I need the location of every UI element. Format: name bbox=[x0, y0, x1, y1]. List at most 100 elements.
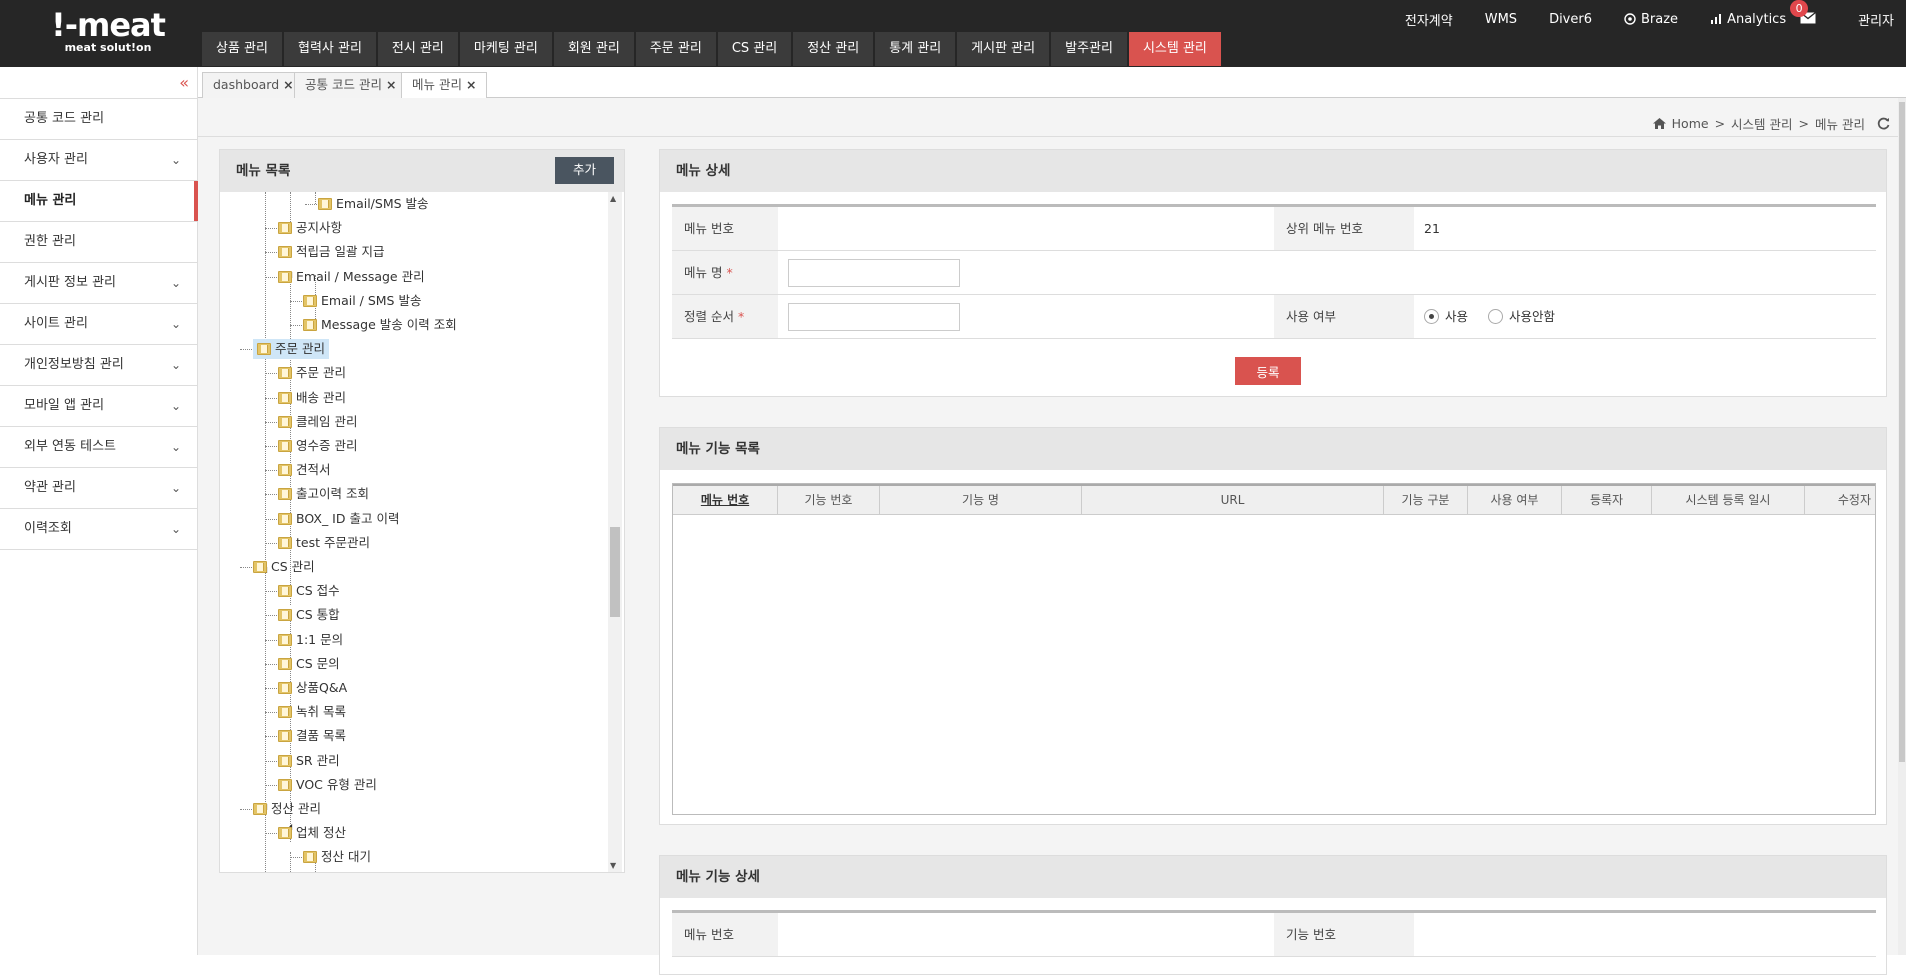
nav-item-board[interactable]: 게시판 관리 bbox=[957, 32, 1050, 66]
user-menu[interactable]: 관리자 bbox=[1858, 10, 1894, 29]
tree-node[interactable]: 공지사항 bbox=[278, 218, 342, 238]
sidebar-item-terms[interactable]: 약관 관리 ⌄ bbox=[0, 468, 197, 509]
refresh-icon[interactable] bbox=[1877, 117, 1890, 130]
logo[interactable]: !-meat meat solut!on bbox=[38, 8, 178, 54]
fd-menu-no-label: 메뉴 번호 bbox=[672, 913, 778, 956]
tree-node[interactable]: SR 관리 bbox=[278, 751, 340, 771]
sidebar-item-permission[interactable]: 권한 관리 bbox=[0, 222, 197, 263]
sidebar-item-privacy[interactable]: 개인정보방침 관리 ⌄ bbox=[0, 345, 197, 386]
tree-node[interactable]: BOX_ ID 출고 이력 bbox=[278, 509, 399, 529]
mail-button[interactable]: 0 bbox=[1790, 0, 1817, 27]
util-link-diver6[interactable]: Diver6 bbox=[1549, 12, 1592, 27]
nav-item-display[interactable]: 전시 관리 bbox=[377, 32, 458, 66]
logo-text: !-meat bbox=[51, 6, 166, 44]
menu-name-input[interactable] bbox=[788, 258, 960, 287]
register-button[interactable]: 등록 bbox=[1235, 357, 1301, 385]
tree-node[interactable]: 적립금 일괄 지급 bbox=[278, 242, 384, 262]
close-icon[interactable]: × bbox=[283, 77, 293, 92]
sidebar-item-external-test[interactable]: 외부 연동 테스트 ⌄ bbox=[0, 427, 197, 468]
tab-dashboard[interactable]: dashboard × bbox=[202, 72, 305, 98]
tree-node[interactable]: CS 문의 bbox=[278, 654, 340, 674]
tree-node[interactable]: Email / SMS 발송 bbox=[303, 291, 421, 311]
column-header[interactable]: 기능 번호 bbox=[778, 486, 880, 514]
tree-node[interactable]: 영수증 관리 bbox=[278, 436, 357, 456]
tree-node[interactable]: CS 접수 bbox=[278, 581, 340, 601]
tree-node[interactable]: 배송 관리 bbox=[278, 388, 346, 408]
scroll-up-icon[interactable]: ▲ bbox=[610, 194, 616, 203]
folder-icon bbox=[278, 464, 292, 477]
column-header[interactable]: 등록자 bbox=[1562, 486, 1652, 514]
column-header[interactable]: 사용 여부 bbox=[1468, 486, 1562, 514]
breadcrumb-level1[interactable]: 시스템 관리 bbox=[1731, 114, 1792, 133]
tree-node[interactable]: 주문 관리 bbox=[253, 339, 329, 360]
nav-item-statistics[interactable]: 통계 관리 bbox=[875, 32, 956, 66]
util-link-contract[interactable]: 전자계약 bbox=[1405, 10, 1453, 29]
tree-node[interactable]: 결품 목록 bbox=[278, 726, 346, 746]
tree-node[interactable]: 정산 대기 bbox=[303, 847, 371, 867]
tree-node[interactable]: CS 통합 bbox=[278, 605, 340, 625]
tree-node[interactable]: CS 관리 bbox=[253, 557, 315, 577]
nav-item-order[interactable]: 주문 관리 bbox=[635, 32, 716, 66]
page-scroll-thumb[interactable] bbox=[1899, 102, 1905, 762]
util-link-analytics[interactable]: Analytics bbox=[1710, 12, 1786, 27]
tree-node-label: Email/SMS 발송 bbox=[336, 196, 429, 211]
column-header[interactable]: 기능 명 bbox=[880, 486, 1082, 514]
sidebar-item-menu[interactable]: 메뉴 관리 bbox=[0, 181, 198, 222]
collapse-sidebar-icon[interactable]: « bbox=[179, 73, 189, 92]
sidebar-item-history[interactable]: 이력조회 ⌄ bbox=[0, 509, 197, 550]
folder-icon bbox=[303, 851, 317, 864]
tree-node[interactable]: Email/SMS 발송 bbox=[318, 194, 429, 214]
nav-item-partner[interactable]: 협력사 관리 bbox=[283, 32, 376, 66]
nav-item-system[interactable]: 시스템 관리 bbox=[1128, 32, 1221, 66]
use-yes-radio[interactable] bbox=[1424, 309, 1439, 324]
tree-node[interactable]: 1:1 문의 bbox=[278, 630, 343, 650]
nav-item-product[interactable]: 상품 관리 bbox=[202, 32, 282, 66]
folder-icon bbox=[253, 561, 267, 573]
nav-item-member[interactable]: 회원 관리 bbox=[553, 32, 634, 66]
tree-node[interactable]: VOC 유형 관리 bbox=[278, 775, 377, 795]
tree-node[interactable]: 상품Q&A bbox=[278, 678, 347, 698]
tree-node[interactable]: 주문 관리 bbox=[278, 363, 346, 383]
util-link-wms[interactable]: WMS bbox=[1485, 12, 1517, 27]
tree-node[interactable]: 녹취 목록 bbox=[278, 702, 346, 722]
nav-item-cs[interactable]: CS 관리 bbox=[717, 32, 792, 66]
sidebar-item-board-info[interactable]: 게시판 정보 관리 ⌄ bbox=[0, 263, 197, 304]
sort-order-input[interactable] bbox=[788, 302, 960, 331]
sidebar-item-site[interactable]: 사이트 관리 ⌄ bbox=[0, 304, 197, 345]
tree-node[interactable]: 클레임 관리 bbox=[278, 412, 357, 432]
tree-node[interactable]: 견적서 bbox=[278, 460, 331, 480]
sidebar-item-mobile-app[interactable]: 모바일 앱 관리 ⌄ bbox=[0, 386, 197, 427]
close-icon[interactable]: × bbox=[386, 77, 396, 92]
tree-node[interactable]: Message 발송 이력 조회 bbox=[303, 315, 457, 335]
scroll-thumb[interactable] bbox=[610, 527, 620, 617]
column-header[interactable]: 시스템 등록 일시 bbox=[1652, 486, 1805, 514]
tree-node[interactable]: test 주문관리 bbox=[278, 533, 370, 553]
top-bar: !-meat meat solut!on 전자계약 WMS Diver6 Bra… bbox=[0, 0, 1906, 67]
tab-common-code[interactable]: 공통 코드 관리 × bbox=[294, 72, 408, 98]
nav-item-purchase-order[interactable]: 발주관리 bbox=[1051, 32, 1127, 66]
tree-node-label: CS 통합 bbox=[296, 607, 340, 623]
sort-order-label: 정렬 순서 bbox=[684, 309, 734, 324]
column-header[interactable]: 수정자 bbox=[1805, 486, 1875, 514]
nav-item-settlement[interactable]: 정산 관리 bbox=[793, 32, 874, 66]
util-link-braze[interactable]: Braze bbox=[1624, 12, 1678, 27]
sidebar-item-common-code[interactable]: 공통 코드 관리 bbox=[0, 99, 197, 140]
tree-node[interactable]: 업체 정산 bbox=[278, 823, 346, 843]
page-scrollbar[interactable] bbox=[1898, 98, 1906, 955]
nav-item-marketing[interactable]: 마케팅 관리 bbox=[459, 32, 552, 66]
add-menu-button[interactable]: 추가 bbox=[554, 157, 614, 184]
use-no-radio[interactable] bbox=[1488, 309, 1504, 324]
tree-node[interactable]: Email / Message 관리 bbox=[278, 267, 425, 287]
close-icon[interactable]: × bbox=[466, 77, 476, 92]
scroll-down-icon[interactable]: ▼ bbox=[610, 861, 616, 870]
column-header[interactable]: URL bbox=[1082, 486, 1384, 514]
sidebar-item-users[interactable]: 사용자 관리 ⌄ bbox=[0, 140, 197, 181]
breadcrumb-home[interactable]: Home bbox=[1672, 116, 1709, 131]
tab-menu-management[interactable]: 메뉴 관리 × bbox=[401, 72, 488, 99]
tree-scrollbar[interactable]: ▲ ▼ bbox=[608, 192, 622, 872]
column-header[interactable]: 기능 구분 bbox=[1384, 486, 1468, 514]
column-header[interactable]: 메뉴 번호 bbox=[673, 486, 778, 514]
tree-node[interactable]: 정산 관리 bbox=[253, 799, 321, 819]
folder-icon bbox=[278, 536, 292, 549]
tree-node[interactable]: 출고이력 조회 bbox=[278, 484, 369, 504]
